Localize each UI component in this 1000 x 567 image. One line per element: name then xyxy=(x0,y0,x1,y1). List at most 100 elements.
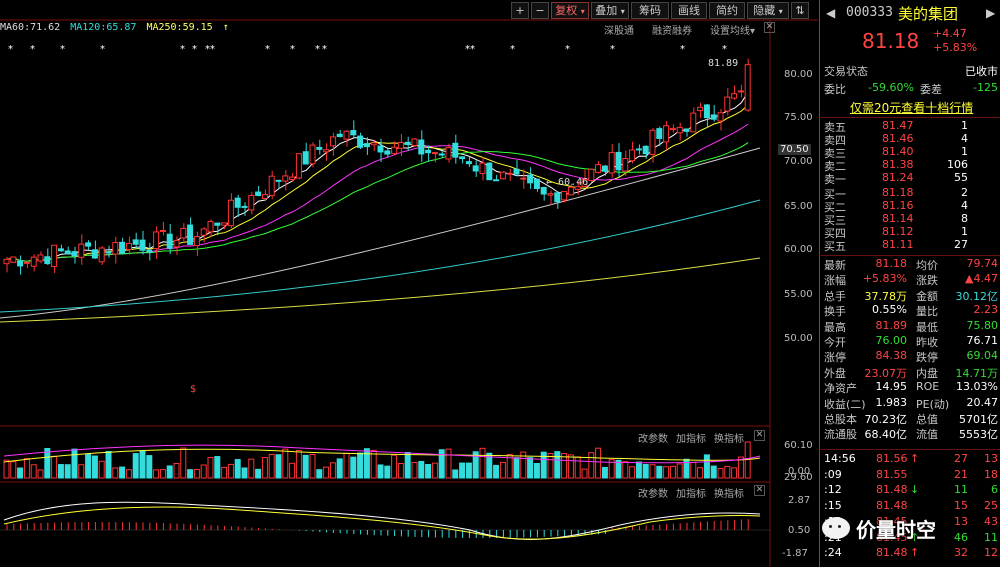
event-star-marker: * xyxy=(510,44,515,55)
ask-volume: 1 xyxy=(961,145,968,158)
stats-row: 换手 0.55% 量比 2.23 xyxy=(824,303,998,318)
stat-label: 量比 xyxy=(916,305,938,319)
vol-add-indicator-link[interactable]: 加指标 xyxy=(676,430,706,445)
jianyue-button[interactable]: 简约 xyxy=(709,2,745,19)
candle-body xyxy=(37,254,44,262)
stat-value: 30.12亿 xyxy=(955,289,999,303)
volume-bar xyxy=(30,464,37,479)
volume-bar xyxy=(703,454,710,479)
bid-volume: 1 xyxy=(961,225,968,238)
arrow-up-icon: ↑ xyxy=(222,22,229,33)
candle-body xyxy=(44,256,51,265)
macd-add-indicator-link[interactable]: 加指标 xyxy=(676,485,706,500)
price-axis-label: 60.00 xyxy=(784,244,813,255)
ma-close-icon[interactable]: ✕ xyxy=(764,22,775,33)
status-label: 交易状态 xyxy=(824,65,868,78)
volume-bar xyxy=(717,467,724,479)
macd-switch-indicator-link[interactable]: 换指标 xyxy=(714,485,744,500)
ma120-label: MA120:65.87 xyxy=(70,22,137,33)
chevron-down-icon: ▾ xyxy=(580,7,585,16)
candle-body xyxy=(30,256,37,267)
fuquan-dropdown[interactable]: 复权 ▾ xyxy=(551,2,589,19)
macd-close-icon[interactable]: ✕ xyxy=(754,485,765,496)
volume-bar xyxy=(622,461,629,479)
zoom-out-button[interactable]: − xyxy=(531,2,549,19)
expand-arrow-icon[interactable]: ◀ xyxy=(826,6,835,20)
event-star-marker: * xyxy=(290,44,295,55)
stat-label: 最高 xyxy=(824,320,846,334)
tick-row: 14:56 81.56 ↑ 27 13 xyxy=(824,452,998,467)
kline-chart-area[interactable]: * * * * * * * * * * * * * * * * * * * + − 复权 ▾ 叠加 ▾ 筹码 画线 … xyxy=(0,0,818,567)
volume-bar xyxy=(465,462,472,479)
candle-body xyxy=(479,162,486,174)
stats-row: 收益(二) 1.983 PE(动) 20.47 xyxy=(824,396,998,411)
rongzirongquan-link[interactable]: 融资融券 xyxy=(652,22,692,37)
set-ma-link[interactable]: 设置均线▾ xyxy=(710,22,755,37)
candle-body xyxy=(357,135,364,148)
candle-body xyxy=(540,186,547,195)
bid-price: 81.12 xyxy=(882,225,914,238)
tick-volume: 13 xyxy=(954,514,968,528)
volume-bar xyxy=(336,458,343,479)
candle-body xyxy=(431,152,438,155)
low-price-value: 60.46 xyxy=(558,177,589,188)
price-axis-label: 80.00 xyxy=(784,69,813,80)
volume-bar xyxy=(663,466,670,479)
ask-price: 81.40 xyxy=(882,145,914,158)
candle-body xyxy=(547,193,554,196)
volume-bar xyxy=(98,460,105,479)
vol-close-icon[interactable]: ✕ xyxy=(754,430,765,441)
stat-label: 金额 xyxy=(916,289,938,303)
zoom-in-button[interactable]: + xyxy=(511,2,529,19)
candle-body xyxy=(520,177,527,180)
huaxian-button[interactable]: 画线 xyxy=(671,2,707,19)
swap-icon[interactable]: ⇅ xyxy=(791,2,809,19)
volume-bar xyxy=(669,465,676,479)
diejia-label: 叠加 xyxy=(595,4,618,17)
vol-switch-indicator-link[interactable]: 换指标 xyxy=(714,430,744,445)
candle-body xyxy=(697,106,704,112)
candle-body xyxy=(737,90,744,93)
yincang-dropdown[interactable]: 隐藏 ▾ xyxy=(747,2,789,19)
choumai-button[interactable]: 筹码 xyxy=(631,2,669,19)
ask-volume: 1 xyxy=(961,119,968,132)
candle-body xyxy=(132,239,139,245)
tick-time: :15 xyxy=(824,499,842,513)
candle-body xyxy=(615,151,622,171)
volume-bar xyxy=(139,450,146,479)
volume-bar xyxy=(513,457,520,479)
chevron-down-icon: ▾ xyxy=(778,7,783,16)
volume-bar xyxy=(125,469,132,479)
volume-bar xyxy=(200,464,207,479)
candle-body xyxy=(363,143,370,148)
macd-change-params-link[interactable]: 改参数 xyxy=(638,485,668,500)
diejia-dropdown[interactable]: 叠加 ▾ xyxy=(591,2,629,19)
ma60-label: MA60:71.62 xyxy=(0,22,61,33)
dividend-marker[interactable]: $ xyxy=(190,384,196,395)
kline-chart[interactable]: * * * * * * * * * * * * * * * * * * * xyxy=(0,0,818,567)
stock-code: 000333 xyxy=(846,5,893,20)
stat-label: 总股本 xyxy=(824,413,857,426)
volume-bar xyxy=(731,467,738,479)
volume-bar xyxy=(384,465,391,479)
volume-bar xyxy=(180,447,187,479)
volume-bar xyxy=(309,454,316,479)
promo-link[interactable]: 仅需20元查看十档行情 xyxy=(850,99,973,116)
candle-body xyxy=(146,249,153,253)
volume-bar xyxy=(533,463,540,479)
stat-value: 76.00 xyxy=(875,334,908,347)
macd-axis-label: 0.50 xyxy=(788,525,811,536)
volume-bar xyxy=(214,456,221,479)
candle-body xyxy=(275,179,282,182)
vol-change-params-link[interactable]: 改参数 xyxy=(638,430,668,445)
shengutong-link[interactable]: 深股通 xyxy=(604,22,634,37)
stat-value: 79.74 xyxy=(966,257,999,270)
candle-body xyxy=(241,205,248,208)
candle-body xyxy=(404,141,411,146)
stat-label: 总手 xyxy=(824,289,846,303)
collapse-arrow-icon[interactable]: ▶ xyxy=(986,6,995,20)
tick-count: 11 xyxy=(984,530,998,544)
volume-bar xyxy=(629,466,636,479)
candle-body xyxy=(527,174,534,184)
stat-label: PE(动) xyxy=(916,397,950,411)
